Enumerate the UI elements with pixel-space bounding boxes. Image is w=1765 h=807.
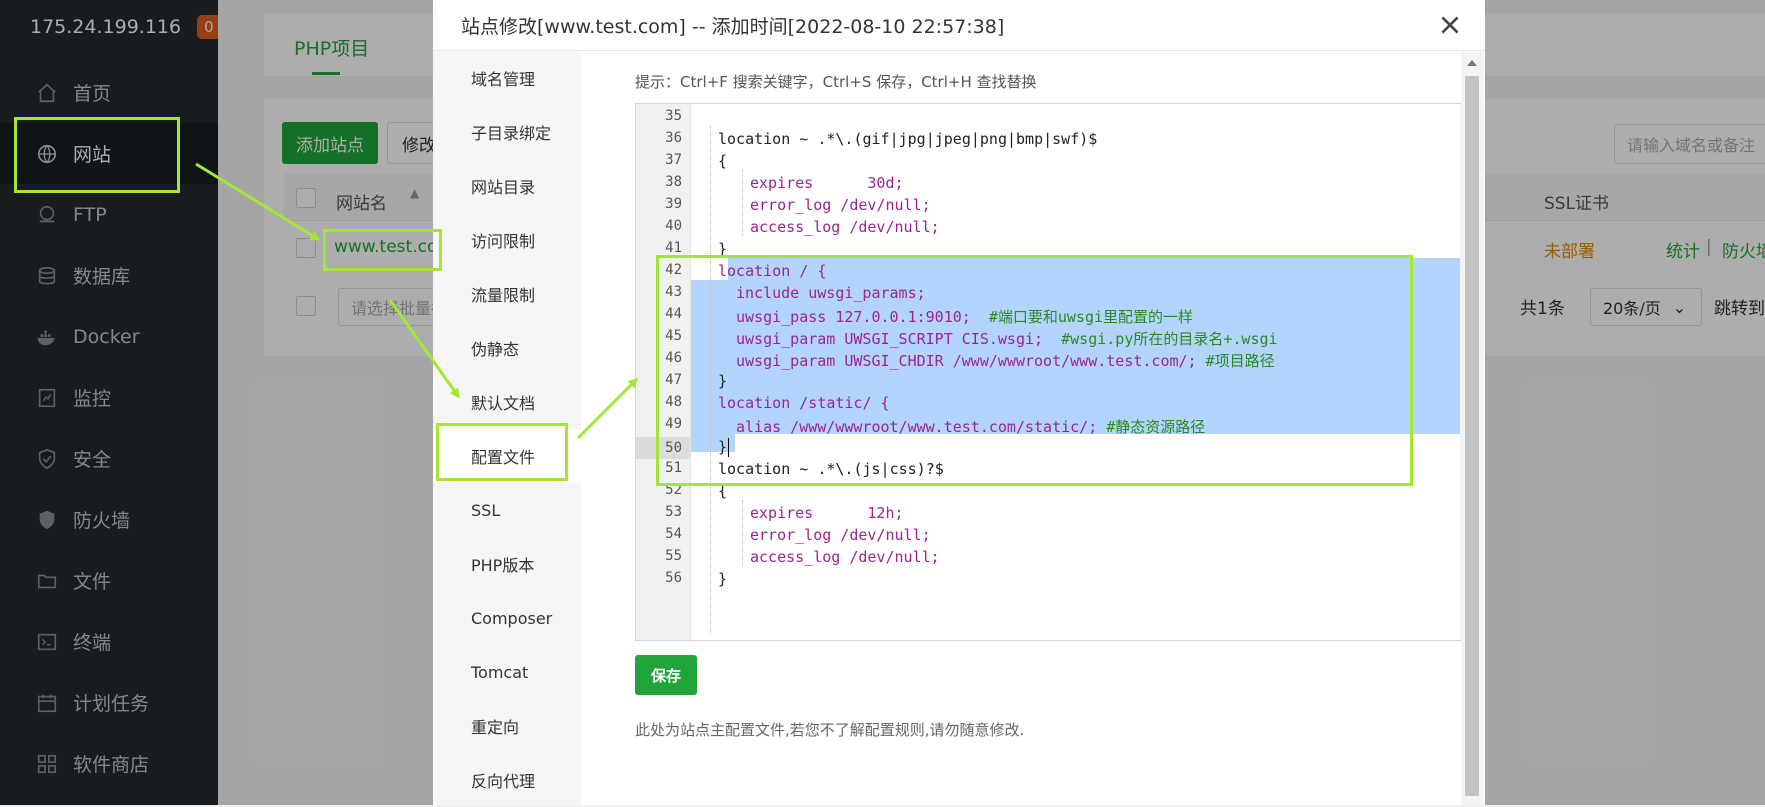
arrow-config-to-code [576,377,639,440]
arrow-site-to-default-doc [388,299,460,399]
annotation-arrows [195,162,639,440]
arrow-website-to-site [195,162,321,241]
